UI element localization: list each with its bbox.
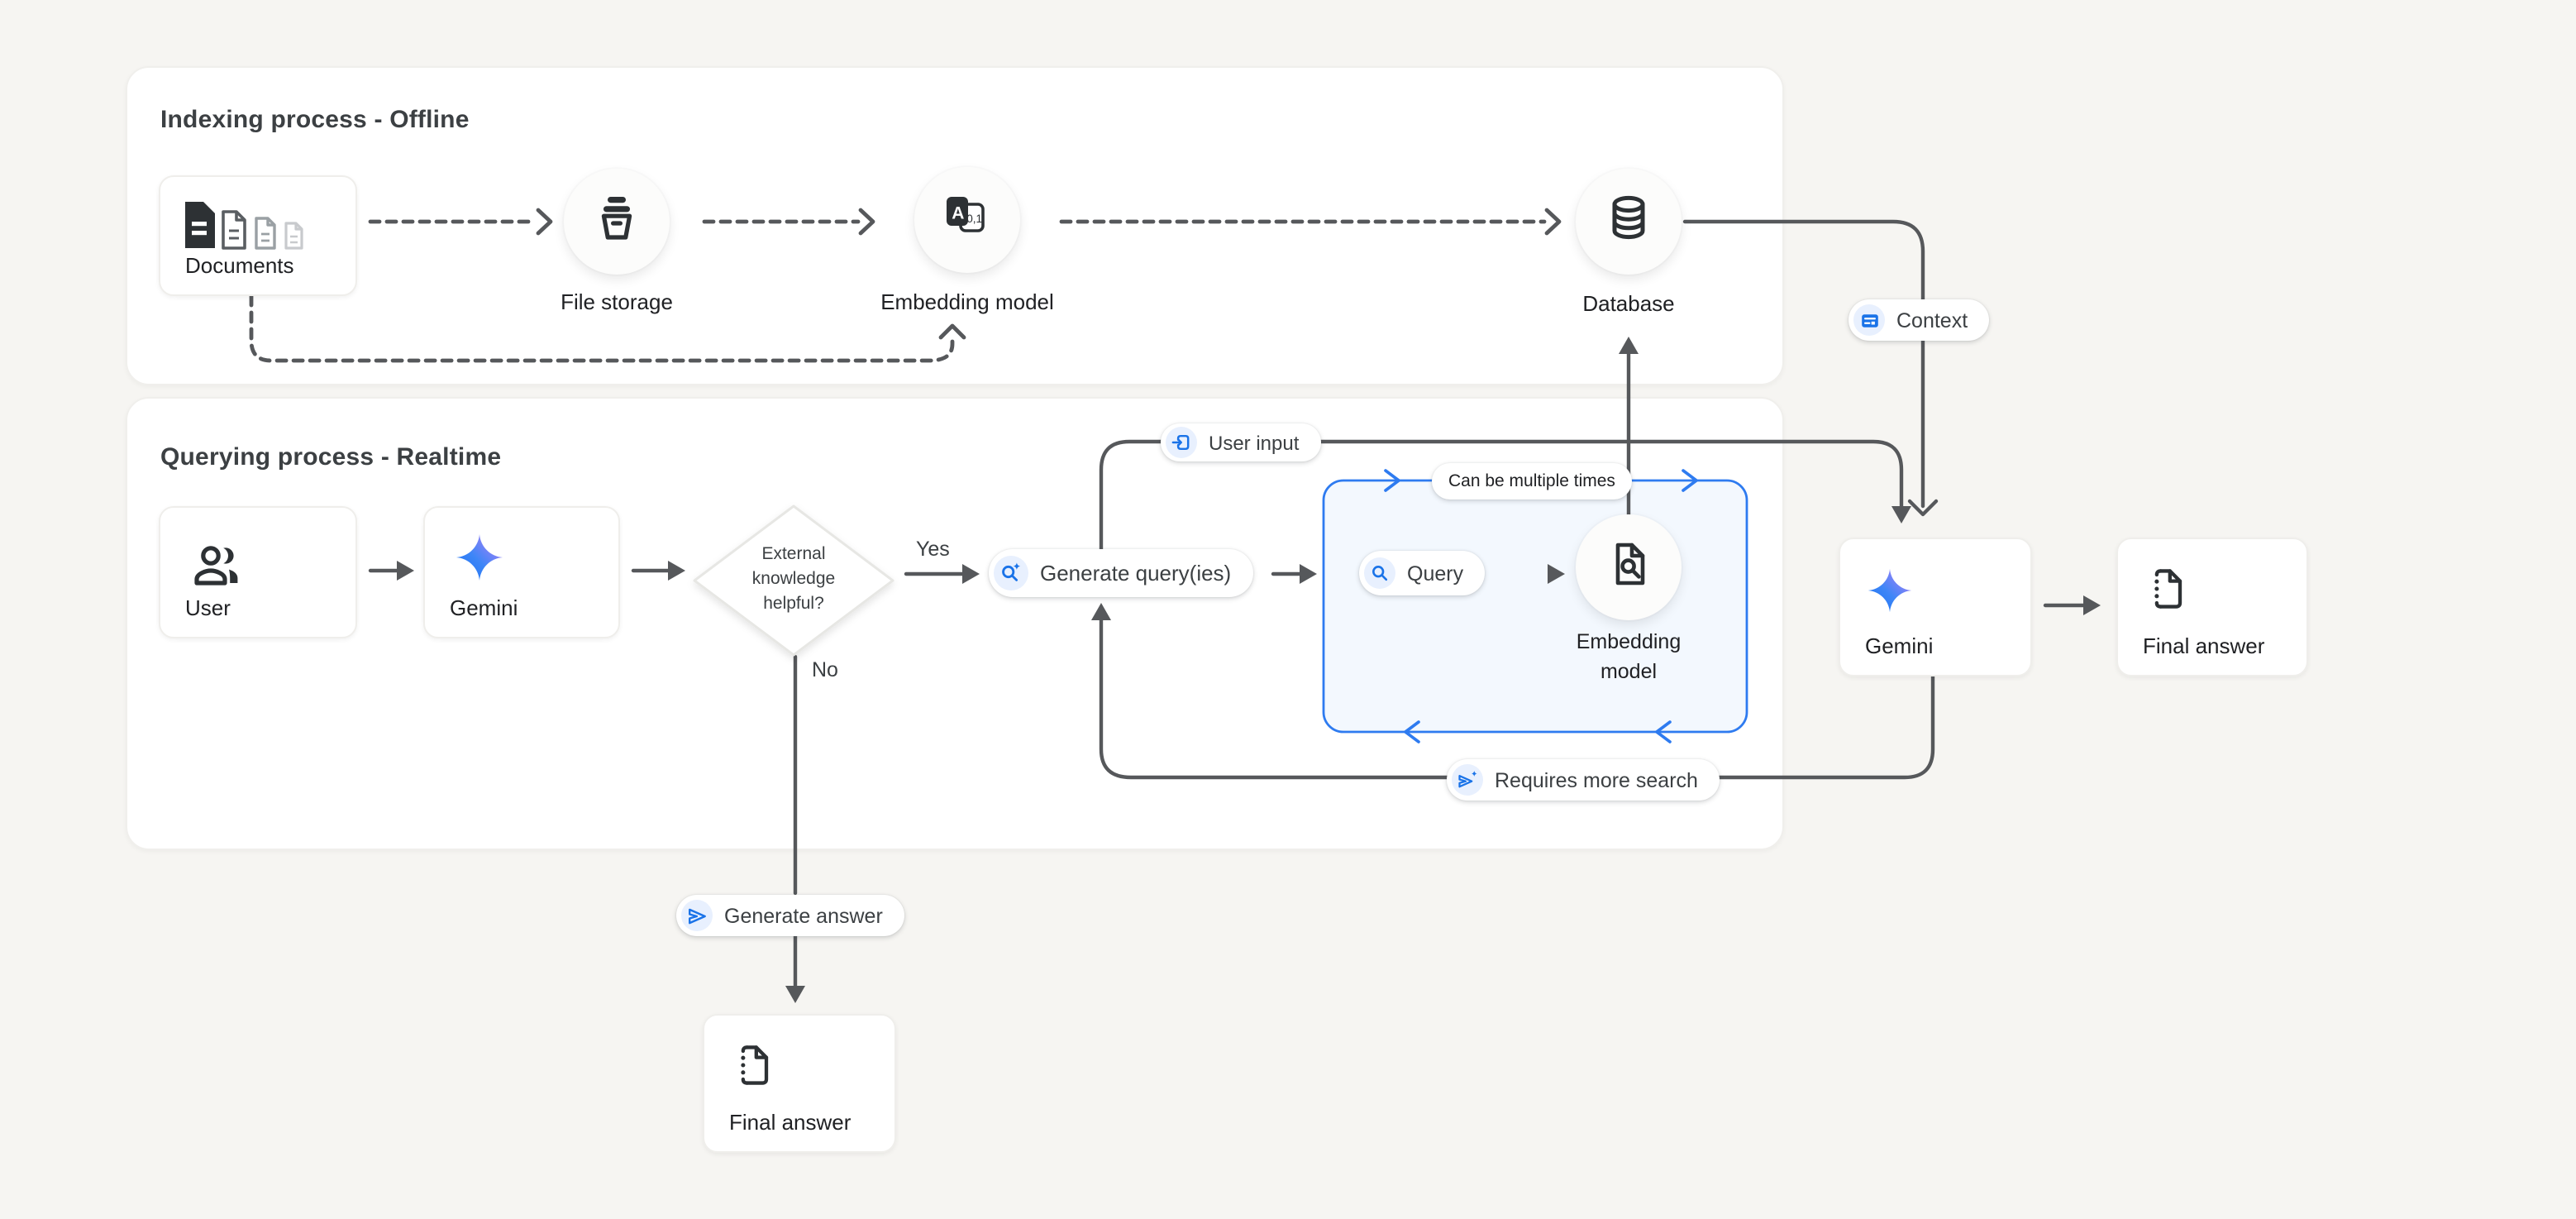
embedding-model-offline-node: A 0,1 [914, 167, 1020, 273]
user-node: User [159, 506, 357, 638]
user-label: User [185, 595, 231, 620]
file-storage-node [564, 169, 670, 275]
embedding-model-offline-label: Embedding model [835, 289, 1100, 314]
user-group-icon [190, 541, 246, 599]
final-answer-right-node: Final answer [2116, 538, 2308, 676]
storage-bucket-icon [590, 191, 643, 252]
documents-label: Documents [185, 253, 294, 278]
documents-node: Documents [159, 175, 357, 296]
context-pill-label: Context [1896, 308, 1968, 332]
gemini-star-icon [1865, 566, 1915, 624]
user-input-label: User input [1209, 431, 1299, 454]
file-storage-label: File storage [518, 289, 716, 314]
final-answer-bottom-node: Final answer [703, 1014, 896, 1153]
embedding-model-realtime-node [1576, 514, 1682, 620]
search-icon [1364, 557, 1395, 589]
database-node [1576, 169, 1682, 275]
file-search-icon [1602, 537, 1655, 598]
send-spark-icon [1452, 764, 1483, 796]
draft-file-icon [2143, 564, 2192, 622]
generate-answer-label: Generate answer [724, 904, 883, 927]
svg-text:0,1: 0,1 [966, 212, 982, 224]
diagram-canvas: Indexing process - Offline Querying proc… [0, 0, 2576, 1219]
gemini-star-icon [453, 531, 506, 592]
embedding-model-realtime-label: Embedding model [1513, 629, 1744, 686]
search-spark-icon [994, 556, 1028, 590]
send-icon [681, 900, 713, 931]
generate-queries-label: Generate query(ies) [1040, 561, 1231, 586]
user-input-pill: User input [1161, 423, 1320, 461]
documents-stack-icon [180, 198, 326, 260]
can-be-multiple-times-label: Can be multiple times [1448, 471, 1615, 491]
indexing-panel-title: Indexing process - Offline [160, 106, 470, 134]
embedding-rt-line2: model [1513, 657, 1744, 686]
gemini-query-label: Gemini [450, 595, 518, 620]
query-label: Query [1407, 562, 1463, 585]
generate-queries-pill: Generate query(ies) [989, 549, 1252, 597]
yes-edge-label: Yes [916, 538, 950, 561]
gemini-answer-node: Gemini [1839, 538, 2032, 676]
decision-question: External knowledge helpful? [694, 543, 893, 617]
translate-model-icon: A 0,1 [941, 189, 994, 251]
can-be-multiple-times-pill: Can be multiple times [1432, 463, 1632, 500]
input-icon [1166, 427, 1197, 458]
final-answer-right-label: Final answer [2143, 633, 2264, 658]
context-pill: Context [1849, 299, 1989, 341]
article-icon [1853, 304, 1885, 336]
decision-line1: External [694, 543, 893, 567]
gemini-answer-label: Gemini [1865, 633, 1933, 658]
embedding-rt-line1: Embedding [1513, 629, 1744, 657]
decision-line3: helpful? [694, 592, 893, 617]
final-answer-bottom-label: Final answer [729, 1110, 851, 1135]
database-label: Database [1529, 291, 1728, 316]
no-edge-label: No [812, 658, 838, 681]
generate-answer-pill: Generate answer [676, 895, 904, 936]
requires-more-search-label: Requires more search [1495, 768, 1698, 791]
decision-line2: knowledge [694, 567, 893, 592]
svg-text:A: A [952, 203, 964, 222]
requires-more-search-pill: Requires more search [1447, 759, 1720, 801]
gemini-query-node: Gemini [423, 506, 620, 638]
database-icon [1602, 191, 1655, 252]
query-pill: Query [1359, 551, 1485, 595]
querying-panel-title: Querying process - Realtime [160, 443, 501, 471]
draft-file-icon [729, 1040, 779, 1098]
